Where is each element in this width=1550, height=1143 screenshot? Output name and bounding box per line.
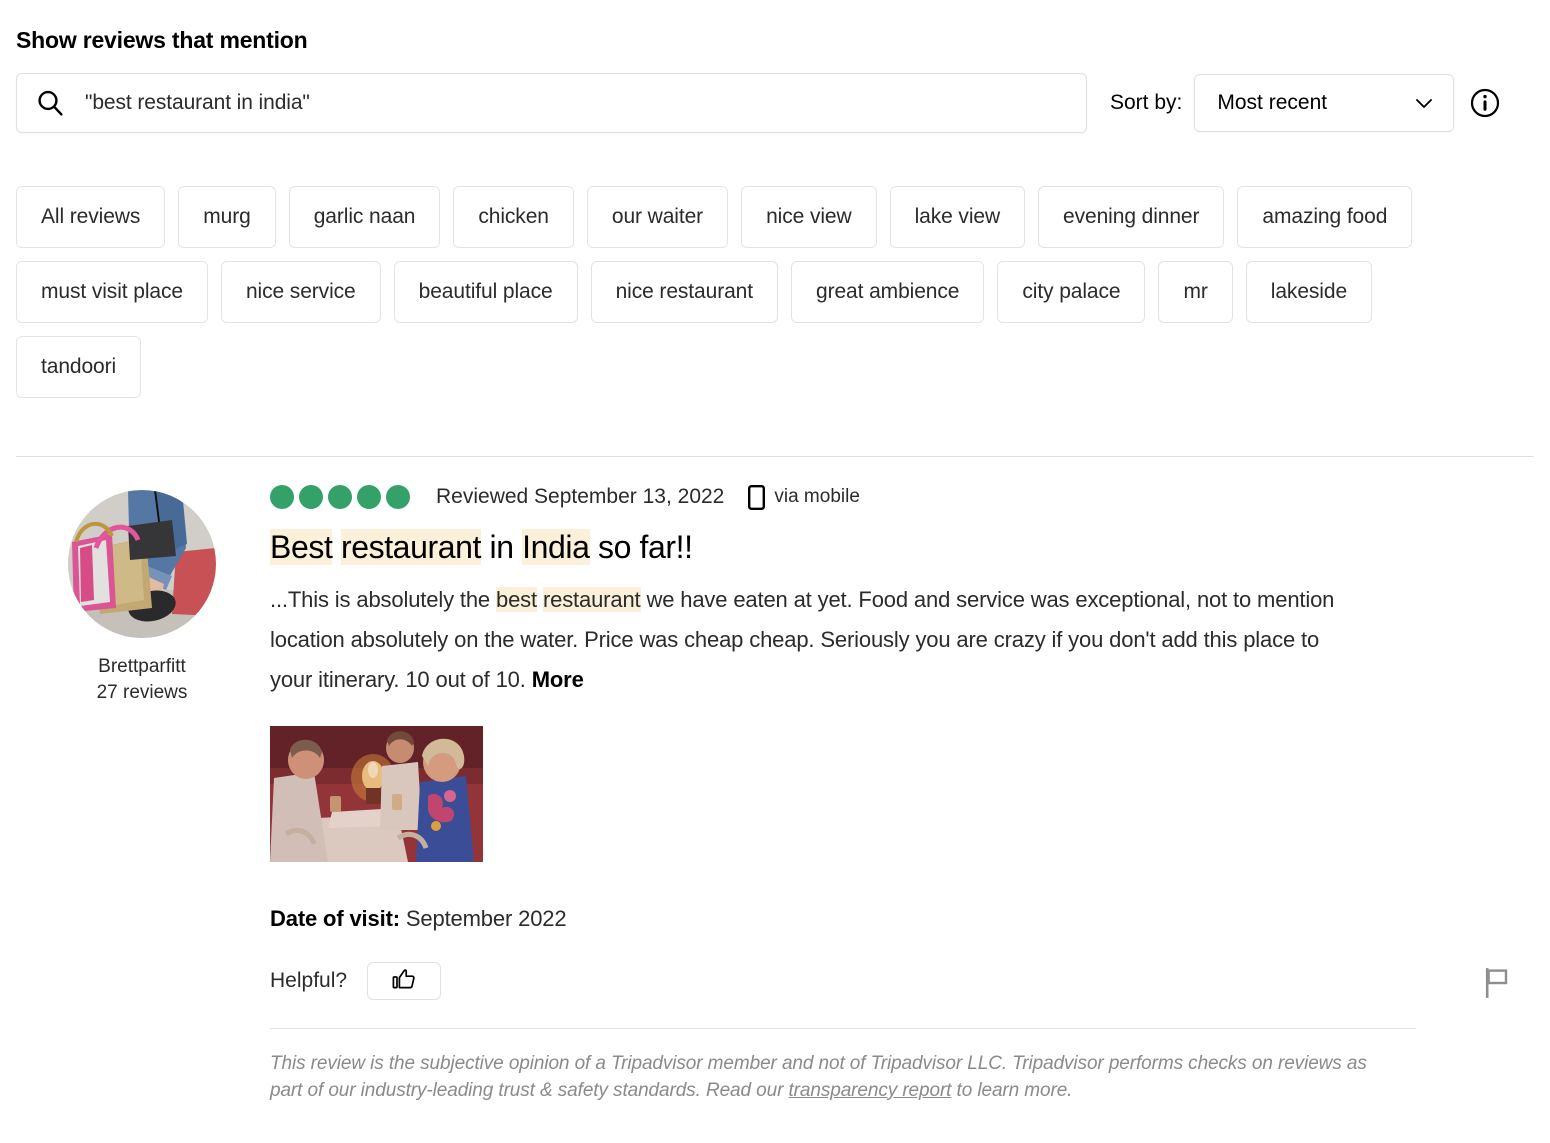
- review-keyword-chip[interactable]: mr: [1158, 261, 1232, 323]
- review-keyword-chip[interactable]: our waiter: [587, 186, 728, 248]
- helpful-label: Helpful?: [270, 969, 347, 993]
- review-text: ...This is absolutely the best restauran…: [270, 580, 1365, 700]
- date-of-visit-label: Date of visit:: [270, 906, 400, 931]
- disclaimer-text-after: to learn more.: [951, 1080, 1072, 1101]
- rating-bubble: [328, 485, 352, 509]
- review-keyword-chip[interactable]: great ambience: [791, 261, 984, 323]
- review-text-content: ...This is absolutely the best restauran…: [270, 587, 1334, 692]
- rating-bubble: [270, 485, 294, 509]
- rating-bubbles: [270, 485, 410, 509]
- disclaimer-divider: [270, 1028, 1416, 1029]
- info-circle-icon[interactable]: [1470, 88, 1500, 118]
- page-title: Show reviews that mention: [16, 27, 308, 54]
- sort-by-select[interactable]: Most recent: [1194, 74, 1454, 132]
- more-link[interactable]: More: [532, 667, 584, 692]
- review-keyword-chips: All reviewsmurggarlic naanchickenour wai…: [16, 186, 1436, 398]
- text-run: [332, 529, 341, 565]
- helpful-vote-button[interactable]: [367, 962, 441, 1000]
- review-keyword-chip[interactable]: nice restaurant: [591, 261, 778, 323]
- date-of-visit-value: September 2022: [406, 906, 567, 931]
- sort-by-value: Most recent: [1217, 91, 1327, 115]
- reviewer-column: Brettparfitt 27 reviews: [68, 490, 216, 705]
- highlighted-term: restaurant: [543, 587, 641, 612]
- review-keyword-chip[interactable]: lakeside: [1246, 261, 1372, 323]
- review-keyword-chip[interactable]: nice service: [221, 261, 381, 323]
- search-icon: [35, 88, 65, 118]
- review-keyword-chip[interactable]: evening dinner: [1038, 186, 1224, 248]
- date-of-visit-row: Date of visit: September 2022: [270, 906, 1430, 932]
- review-keyword-chip[interactable]: city palace: [997, 261, 1145, 323]
- review-keyword-chip[interactable]: amazing food: [1237, 186, 1412, 248]
- search-and-sort-row: "best restaurant in india" Sort by: Most…: [16, 73, 1534, 133]
- text-run: in: [481, 529, 522, 565]
- mobile-device-icon: [748, 485, 765, 510]
- search-input[interactable]: "best restaurant in india": [85, 91, 310, 115]
- highlighted-term: Best: [270, 529, 332, 565]
- review-body: Reviewed September 13, 2022 via mobile B…: [270, 480, 1430, 1104]
- review-keyword-chip[interactable]: tandoori: [16, 336, 141, 398]
- review-keyword-chip[interactable]: murg: [178, 186, 275, 248]
- review-keyword-chip[interactable]: lake view: [890, 186, 1025, 248]
- chevron-down-icon: [1413, 92, 1435, 114]
- review-keyword-chip[interactable]: All reviews: [16, 186, 165, 248]
- reviews-page: Show reviews that mention "best restaura…: [0, 0, 1550, 1143]
- review-keyword-chip[interactable]: garlic naan: [289, 186, 441, 248]
- transparency-report-link[interactable]: transparency report: [789, 1080, 952, 1101]
- section-divider: [16, 456, 1534, 457]
- review-keyword-chip[interactable]: chicken: [453, 186, 574, 248]
- rating-bubble: [299, 485, 323, 509]
- review-photo[interactable]: [270, 726, 483, 862]
- reviewer-review-count: 27 reviews: [68, 680, 216, 706]
- avatar[interactable]: [68, 490, 216, 638]
- text-run: ...This is absolutely the: [270, 587, 496, 612]
- helpful-row: Helpful?: [270, 962, 1430, 1000]
- review-search-box[interactable]: "best restaurant in india": [16, 73, 1087, 133]
- thumbs-up-icon: [391, 966, 417, 997]
- review-keyword-chip[interactable]: nice view: [741, 186, 876, 248]
- review-keyword-chip[interactable]: beautiful place: [394, 261, 578, 323]
- highlighted-term: restaurant: [341, 529, 481, 565]
- review-meta-row: Reviewed September 13, 2022 via mobile: [270, 480, 1430, 514]
- sort-by-label: Sort by:: [1110, 91, 1182, 115]
- highlighted-term: best: [496, 587, 537, 612]
- text-run: so far!!: [590, 529, 693, 565]
- review-keyword-chip[interactable]: must visit place: [16, 261, 208, 323]
- report-review-flag-button[interactable]: [1484, 968, 1510, 998]
- review-date: Reviewed September 13, 2022: [436, 485, 724, 509]
- reviewer-name[interactable]: Brettparfitt: [68, 654, 216, 680]
- review-disclaimer: This review is the subjective opinion of…: [270, 1051, 1380, 1103]
- rating-bubble: [386, 485, 410, 509]
- highlighted-term: India: [522, 529, 589, 565]
- rating-bubble: [357, 485, 381, 509]
- review-title[interactable]: Best restaurant in India so far!!: [270, 528, 1430, 566]
- via-mobile-label: via mobile: [774, 486, 860, 508]
- flag-icon: [1484, 985, 1510, 1002]
